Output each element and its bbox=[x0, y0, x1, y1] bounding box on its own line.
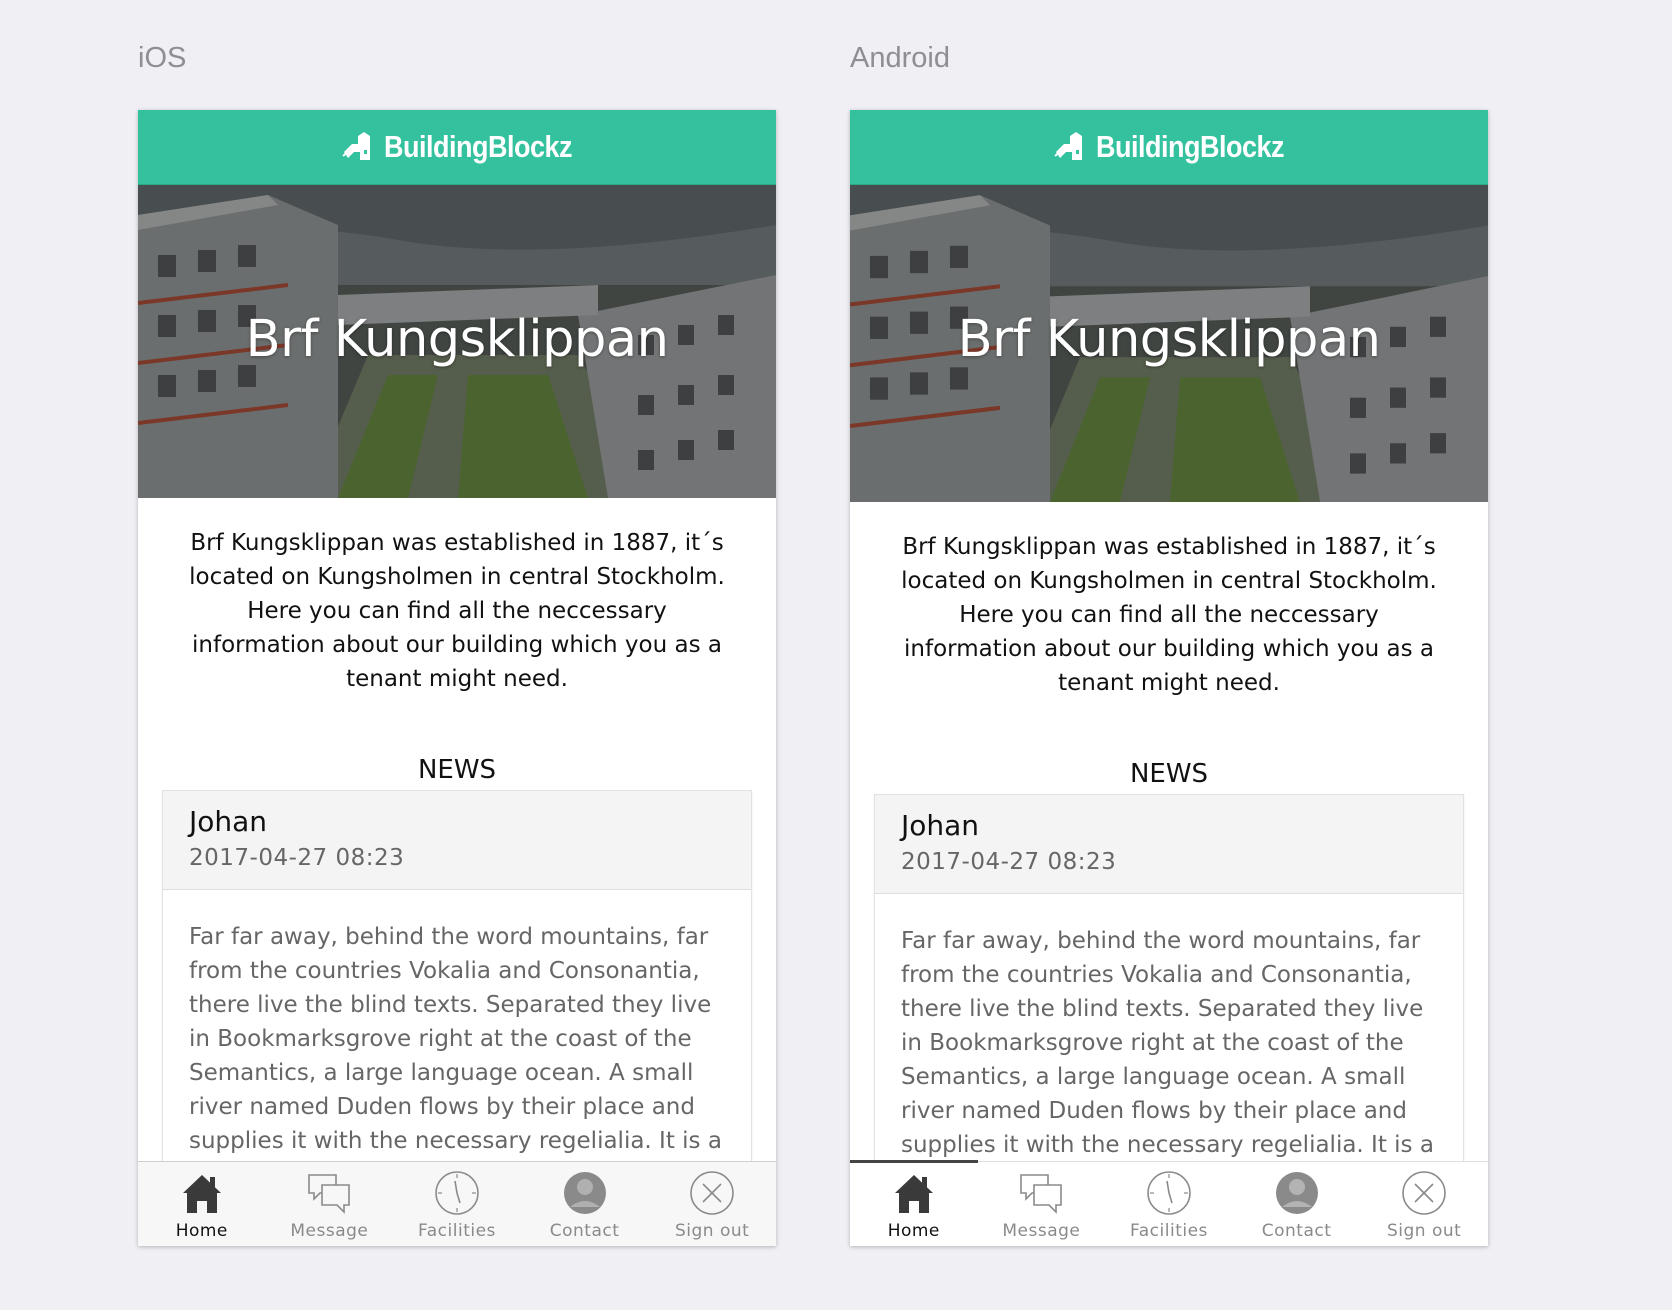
brand-name: BuildingBlockz bbox=[384, 129, 573, 164]
clock-icon bbox=[435, 1171, 479, 1215]
news-author: Johan bbox=[189, 805, 268, 838]
intro-text: Brf Kungsklippan was established in 1887… bbox=[189, 530, 725, 692]
tab-sign-out[interactable]: Sign out bbox=[648, 1162, 776, 1246]
person-icon bbox=[1275, 1172, 1318, 1214]
brand-name: BuildingBlockz bbox=[1096, 129, 1285, 164]
tab-message[interactable]: Message bbox=[978, 1162, 1106, 1246]
brand-logo[interactable]: BuildingBlockz bbox=[1054, 129, 1285, 164]
news-body: Far far away, behind the word mountains,… bbox=[189, 924, 722, 1154]
platform-label-android: Android bbox=[850, 42, 950, 74]
tab-message-label: Message bbox=[290, 1221, 369, 1241]
home-icon bbox=[182, 1175, 221, 1213]
tab-contact[interactable]: Contact bbox=[521, 1162, 649, 1246]
news-body: Far far away, behind the word mountains,… bbox=[901, 928, 1434, 1158]
message-icon bbox=[1020, 1174, 1063, 1214]
app-header: BuildingBlockz bbox=[138, 110, 776, 185]
news-card-header: Johan 2017-04-27 08:23 bbox=[163, 791, 751, 890]
tab-bar: Home Message Facilities Contact Sign out bbox=[850, 1160, 1488, 1246]
tab-sign-out-label: Sign out bbox=[1387, 1221, 1462, 1241]
tab-message[interactable]: Message bbox=[266, 1162, 394, 1246]
tab-facilities[interactable]: Facilities bbox=[1105, 1162, 1233, 1246]
tab-sign-out-label: Sign out bbox=[675, 1221, 750, 1241]
brand-logo[interactable]: BuildingBlockz bbox=[342, 129, 573, 164]
news-card[interactable]: Johan 2017-04-27 08:23 Far far away, beh… bbox=[874, 794, 1464, 1193]
tab-home[interactable]: Home bbox=[138, 1162, 266, 1246]
tab-home[interactable]: Home bbox=[850, 1160, 978, 1246]
app-header: BuildingBlockz bbox=[850, 110, 1488, 185]
hero-title: Brf Kungsklippan bbox=[957, 310, 1381, 369]
tab-facilities-label: Facilities bbox=[1130, 1221, 1208, 1241]
tab-contact-label: Contact bbox=[549, 1221, 620, 1241]
hero-title: Brf Kungsklippan bbox=[245, 310, 669, 369]
active-tab-indicator bbox=[850, 1160, 978, 1163]
news-heading: NEWS bbox=[1129, 759, 1209, 789]
news-heading: NEWS bbox=[417, 755, 497, 785]
tab-message-label: Message bbox=[1002, 1221, 1081, 1241]
intro-text: Brf Kungsklippan was established in 1887… bbox=[901, 534, 1437, 696]
tab-sign-out[interactable]: Sign out bbox=[1360, 1162, 1488, 1246]
hero-banner: Brf Kungsklippan bbox=[138, 185, 776, 498]
tab-contact-label: Contact bbox=[1261, 1221, 1332, 1241]
phone-android: BuildingBlockz Brf Kungsklippan Brf Kung… bbox=[850, 110, 1488, 1246]
tab-facilities-label: Facilities bbox=[418, 1221, 496, 1241]
news-card[interactable]: Johan 2017-04-27 08:23 Far far away, beh… bbox=[162, 790, 752, 1189]
tab-home-label: Home bbox=[887, 1221, 940, 1241]
news-card-header: Johan 2017-04-27 08:23 bbox=[875, 795, 1463, 894]
hero-banner: Brf Kungsklippan bbox=[850, 185, 1488, 502]
tab-contact[interactable]: Contact bbox=[1233, 1162, 1361, 1246]
home-icon bbox=[894, 1175, 933, 1213]
building-logo-icon bbox=[1054, 132, 1082, 160]
message-icon bbox=[308, 1174, 351, 1214]
phone-ios: BuildingBlockz Brf Kungsklippan Brf Kung… bbox=[138, 110, 776, 1246]
news-author: Johan bbox=[901, 809, 980, 842]
tab-facilities[interactable]: Facilities bbox=[393, 1162, 521, 1246]
tab-home-label: Home bbox=[175, 1221, 228, 1241]
person-icon bbox=[563, 1172, 606, 1214]
news-date: 2017-04-27 08:23 bbox=[901, 849, 1117, 875]
close-circle-icon bbox=[1402, 1171, 1446, 1215]
platform-label-ios: iOS bbox=[138, 42, 187, 74]
clock-icon bbox=[1147, 1171, 1191, 1215]
building-logo-icon bbox=[342, 132, 370, 160]
tab-bar: Home Message Facilities Contact Sign out bbox=[138, 1161, 776, 1246]
close-circle-icon bbox=[690, 1171, 734, 1215]
news-date: 2017-04-27 08:23 bbox=[189, 845, 405, 871]
